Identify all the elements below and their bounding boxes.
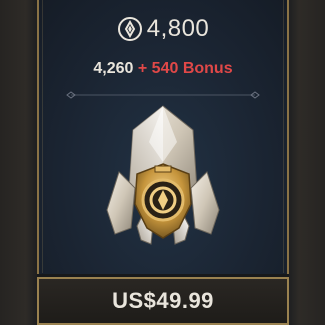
rp-coin-icon: [117, 16, 143, 42]
crystal-currency-bundle-icon: [106, 105, 220, 245]
amount-row: 4,800: [39, 15, 287, 43]
currency-offer-card[interactable]: 4,800 4,260 + 540 Bonus US$49.99: [37, 0, 289, 325]
base-amount: 4,260: [93, 60, 134, 77]
total-amount: 4,800: [146, 15, 210, 42]
ornament-divider: [66, 91, 260, 99]
bonus-amount: + 540 Bonus: [137, 60, 233, 77]
purchase-button[interactable]: US$49.99: [37, 277, 289, 325]
amount-breakdown: 4,260 + 540 Bonus: [39, 60, 287, 78]
store-stage: 4,800 4,260 + 540 Bonus US$49.99: [0, 0, 325, 325]
price-label: US$49.99: [112, 288, 214, 313]
